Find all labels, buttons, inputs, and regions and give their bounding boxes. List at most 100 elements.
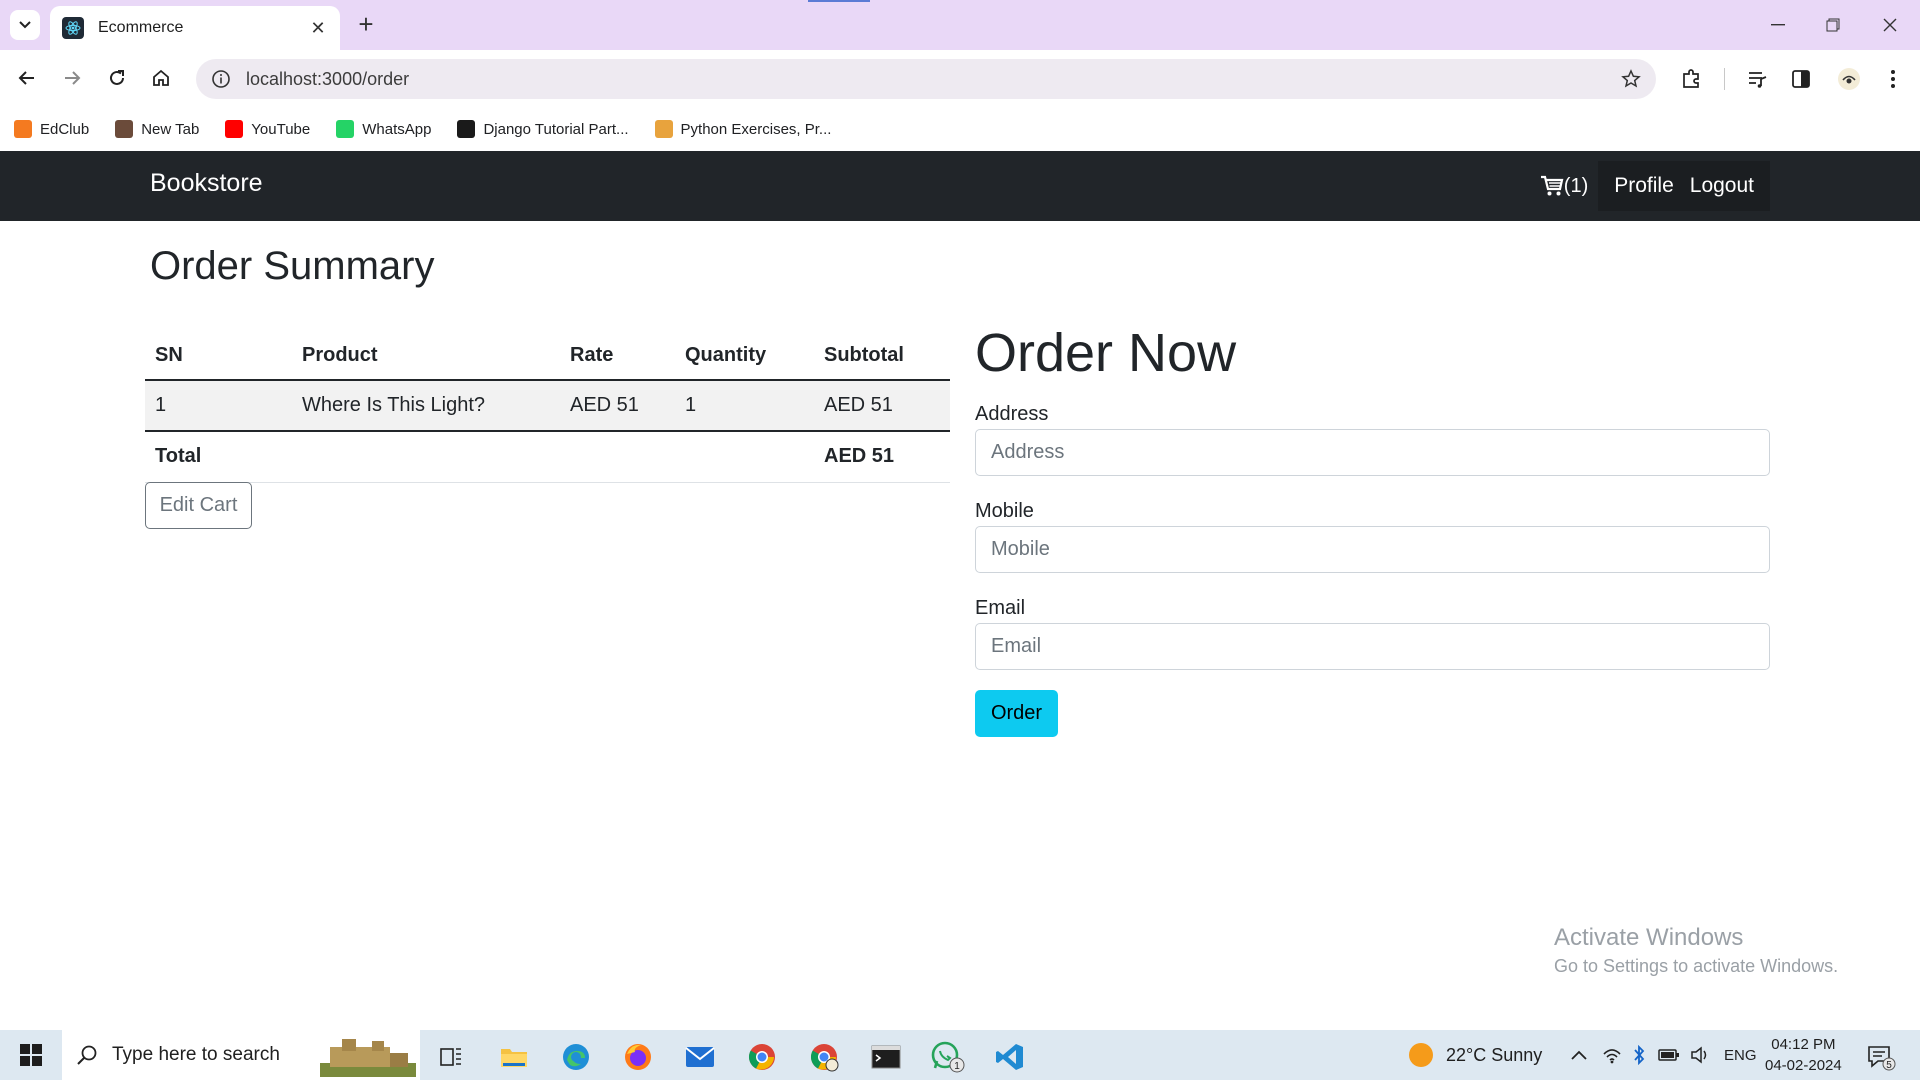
header-sn: SN (145, 330, 292, 381)
address-input[interactable] (975, 429, 1770, 476)
react-favicon-icon (62, 17, 84, 39)
side-panel-icon[interactable] (1786, 64, 1816, 94)
clock-time: 04:12 PM (1771, 1036, 1836, 1053)
profile-link[interactable]: Profile (1606, 174, 1682, 198)
watermark-title: Activate Windows (1554, 924, 1744, 951)
total-value: AED 51 (814, 431, 950, 483)
python-exercises-icon (654, 120, 673, 138)
search-highlight-castle-icon (320, 1039, 416, 1077)
toolbar-separator (1724, 68, 1725, 90)
weather-text: 22°C Sunny (1446, 1044, 1543, 1065)
header-subtotal: Subtotal (814, 330, 950, 381)
browser-tab-bar: Ecommerce ✕ + (0, 0, 1920, 50)
whatsapp-icon (336, 120, 355, 138)
chrome-icon[interactable] (736, 1035, 788, 1079)
youtube-icon (225, 120, 244, 138)
bookmark-item[interactable]: EdClub (14, 120, 89, 138)
forward-arrow-icon[interactable] (55, 61, 89, 95)
firefox-icon[interactable] (612, 1035, 664, 1079)
edge-browser-icon[interactable] (550, 1035, 602, 1079)
header-quantity: Quantity (675, 330, 814, 381)
cell-sn: 1 (145, 380, 292, 432)
chevron-down-icon (19, 21, 31, 29)
activate-windows-watermark: Activate Windows Go to Settings to activ… (1554, 924, 1838, 977)
cart-count: (1) (1563, 174, 1589, 197)
extensions-puzzle-icon[interactable] (1676, 64, 1706, 94)
mobile-input[interactable] (975, 526, 1770, 573)
weather-widget[interactable]: 22°C Sunny (1408, 1030, 1542, 1080)
notification-count: 5 (1886, 1060, 1892, 1071)
tray-icons: ENG (1570, 1030, 1757, 1080)
url-text[interactable]: localhost:3000/order (246, 69, 1614, 90)
address-bar[interactable]: localhost:3000/order (196, 59, 1656, 99)
whatsapp-badge: 1 (954, 1061, 960, 1072)
terminal-icon[interactable] (860, 1035, 912, 1079)
reload-icon[interactable] (100, 61, 134, 95)
language-indicator[interactable]: ENG (1724, 1047, 1757, 1064)
total-label: Total (145, 431, 292, 483)
notifications-icon[interactable]: 5 (1856, 1035, 1906, 1079)
file-explorer-icon[interactable] (488, 1035, 540, 1079)
table-row: 1 Where Is This Light? AED 51 1 AED 51 (145, 380, 950, 432)
cell-subtotal: AED 51 (814, 380, 950, 432)
watermark-subtitle: Go to Settings to activate Windows. (1554, 956, 1839, 976)
system-clock[interactable]: 04:12 PM 04-02-2024 (1765, 1034, 1842, 1076)
new-tab-plus-icon[interactable]: + (352, 11, 380, 39)
task-view-icon[interactable] (425, 1035, 477, 1079)
volume-icon[interactable] (1690, 1046, 1710, 1064)
media-controls-icon[interactable] (1742, 64, 1772, 94)
cart-icon (1540, 175, 1564, 196)
bookmark-item[interactable]: New Tab (115, 120, 199, 138)
bookmark-label: EdClub (40, 120, 90, 138)
order-now-heading: Order Now (975, 323, 1237, 383)
email-input[interactable] (975, 623, 1770, 670)
profile-avatar-icon[interactable] (1834, 64, 1864, 94)
table-header-row: SN Product Rate Quantity Subtotal (145, 330, 950, 381)
search-icon (77, 1045, 97, 1065)
bookmark-item[interactable]: WhatsApp (336, 120, 431, 138)
bookmark-item[interactable]: YouTube (225, 120, 310, 138)
mail-icon[interactable] (674, 1035, 726, 1079)
browser-tab-ecommerce[interactable]: Ecommerce ✕ (50, 6, 340, 50)
site-info-icon[interactable] (210, 68, 232, 90)
bookmark-label: WhatsApp (362, 120, 432, 138)
home-icon[interactable] (144, 61, 178, 95)
vscode-icon[interactable] (984, 1035, 1036, 1079)
bookmark-label: YouTube (251, 120, 311, 138)
edit-cart-button[interactable]: Edit Cart (145, 482, 252, 529)
back-arrow-icon[interactable] (10, 61, 44, 95)
battery-icon[interactable] (1658, 1048, 1680, 1062)
tab-search-button[interactable] (10, 10, 40, 40)
mobile-label: Mobile (975, 500, 1034, 522)
order-summary-table: SN Product Rate Quantity Subtotal 1 Wher… (145, 330, 950, 483)
navbar-right: (1) Profile Logout (1540, 161, 1770, 211)
bookmark-label: Python Exercises, Pr... (680, 120, 832, 138)
account-links: Profile Logout (1598, 161, 1770, 211)
windows-start-icon[interactable] (10, 1038, 52, 1072)
wifi-icon[interactable] (1602, 1046, 1622, 1064)
header-product: Product (292, 330, 560, 381)
site-navbar: Bookstore (1) Profile Logout (0, 151, 1920, 221)
restore-icon[interactable] (1813, 10, 1853, 40)
bookmark-star-icon[interactable] (1614, 62, 1648, 96)
edclub-icon (14, 120, 32, 138)
chrome-profile-icon[interactable] (798, 1035, 850, 1079)
bluetooth-icon[interactable] (1632, 1045, 1646, 1065)
whatsapp-app-icon[interactable]: 1 (922, 1035, 974, 1079)
logout-link[interactable]: Logout (1682, 174, 1762, 198)
browser-menu-kebab-icon[interactable] (1878, 64, 1908, 94)
cart-link[interactable]: (1) (1540, 175, 1588, 198)
search-placeholder: Type here to search (112, 1044, 280, 1065)
close-window-icon[interactable] (1870, 10, 1910, 40)
cell-quantity: 1 (675, 380, 814, 432)
taskbar-search-box[interactable]: Type here to search (62, 1030, 420, 1080)
order-button[interactable]: Order (975, 690, 1058, 737)
minimize-icon[interactable] (1758, 10, 1798, 40)
close-tab-icon[interactable]: ✕ (308, 18, 328, 39)
bookmark-item[interactable]: Python Exercises, Pr... (654, 120, 832, 138)
bookmark-item[interactable]: Django Tutorial Part... (457, 120, 629, 138)
navbar-brand[interactable]: Bookstore (150, 169, 263, 198)
cell-product: Where Is This Light? (292, 380, 560, 432)
chevron-up-icon[interactable] (1570, 1049, 1588, 1061)
new-tab-icon (115, 120, 134, 138)
